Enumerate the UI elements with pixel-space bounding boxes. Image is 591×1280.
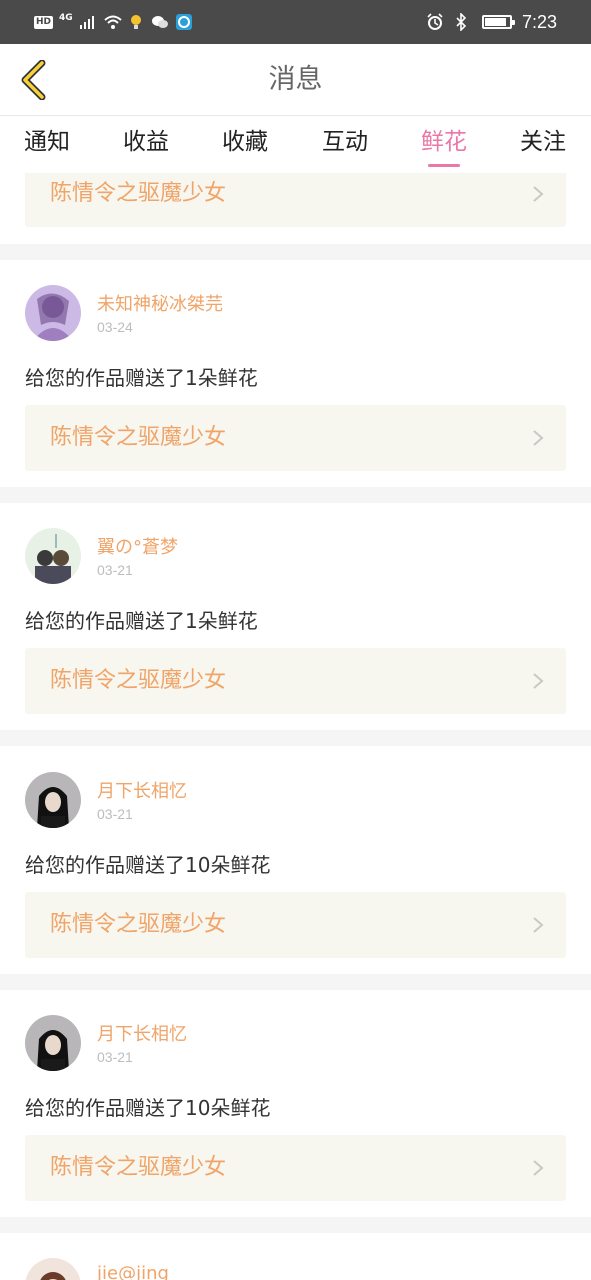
chevron-right-icon	[533, 917, 544, 933]
tab-favorites[interactable]: 收藏	[210, 117, 280, 173]
browser-icon	[175, 13, 193, 31]
status-time: 7:23	[521, 11, 557, 32]
username[interactable]: 月下长相忆	[97, 777, 187, 803]
tab-interactions[interactable]: 互动	[310, 117, 380, 173]
work-card[interactable]: 陈情令之驱魔少女	[25, 1135, 566, 1201]
list-divider	[0, 1217, 591, 1233]
status-left: HD 4G	[34, 11, 193, 33]
tab-label: 收藏	[222, 129, 268, 155]
tab-bar: 通知 收益 收藏 互动 鲜花 关注	[0, 117, 591, 173]
work-title: 陈情令之驱魔少女	[50, 181, 227, 206]
flower-message-list[interactable]: 陈情令之驱魔少女 未知神秘冰桀芫 03-24 给您的作品赠送了1朵鲜花 陈情令之…	[0, 173, 591, 1280]
message-text: 给您的作品赠送了10朵鲜花	[25, 1096, 271, 1120]
chevron-right-icon	[533, 186, 544, 202]
back-button[interactable]	[10, 54, 56, 106]
username[interactable]: jie@jing	[97, 1263, 169, 1280]
username[interactable]: 翼の°蒼梦	[97, 533, 178, 559]
tab-label: 鲜花	[421, 129, 467, 155]
tab-label: 通知	[24, 129, 70, 155]
status-bar: HD 4G 7:23	[0, 0, 591, 44]
message-date: 03-21	[97, 806, 133, 822]
tab-flowers[interactable]: 鲜花	[409, 117, 479, 173]
chevron-right-icon	[533, 1160, 544, 1176]
tab-notifications[interactable]: 通知	[12, 117, 82, 173]
battery-icon	[481, 15, 515, 29]
alarm-icon	[426, 13, 444, 31]
work-title: 陈情令之驱魔少女	[50, 668, 227, 693]
list-divider	[0, 487, 591, 503]
tab-follows[interactable]: 关注	[508, 117, 578, 173]
battery-level	[484, 18, 506, 26]
wifi-icon	[103, 13, 122, 31]
tab-label: 互动	[322, 129, 368, 155]
chevron-right-icon	[533, 430, 544, 446]
avatar[interactable]	[25, 1015, 81, 1071]
username[interactable]: 未知神秘冰桀芫	[97, 290, 223, 316]
tab-label: 收益	[123, 129, 169, 155]
bulb-icon	[127, 13, 145, 31]
list-divider	[0, 974, 591, 990]
work-card[interactable]: 陈情令之驱魔少女	[25, 405, 566, 471]
app-header: 消息	[0, 44, 591, 116]
username[interactable]: 月下长相忆	[97, 1020, 187, 1046]
message-date: 03-24	[97, 319, 133, 335]
message-text: 给您的作品赠送了10朵鲜花	[25, 853, 271, 877]
work-card[interactable]: 陈情令之驱魔少女	[25, 892, 566, 958]
active-tab-indicator	[428, 164, 460, 167]
list-divider	[0, 244, 591, 260]
avatar[interactable]	[25, 528, 81, 584]
list-divider	[0, 730, 591, 746]
status-right: 7:23	[426, 10, 557, 34]
work-title: 陈情令之驱魔少女	[50, 1155, 227, 1180]
chevron-left-icon	[21, 60, 46, 100]
work-card[interactable]: 陈情令之驱魔少女	[25, 648, 566, 714]
work-title: 陈情令之驱魔少女	[50, 425, 227, 450]
avatar[interactable]	[25, 1258, 81, 1280]
hd-badge: HD	[34, 15, 54, 29]
tab-earnings[interactable]: 收益	[111, 117, 181, 173]
page-title: 消息	[268, 64, 323, 95]
chevron-right-icon	[533, 673, 544, 689]
avatar[interactable]	[25, 772, 81, 828]
message-text: 给您的作品赠送了1朵鲜花	[25, 366, 258, 390]
message-date: 03-21	[97, 562, 133, 578]
message-text: 给您的作品赠送了1朵鲜花	[25, 609, 258, 633]
message-date: 03-21	[97, 1049, 133, 1065]
wechat-icon	[151, 13, 169, 31]
avatar[interactable]	[25, 285, 81, 341]
network-type: 4G	[59, 12, 73, 23]
work-card[interactable]: 陈情令之驱魔少女	[25, 173, 566, 227]
bluetooth-icon	[454, 12, 472, 32]
tab-label: 关注	[520, 129, 566, 155]
signal-icon	[79, 13, 97, 31]
work-title: 陈情令之驱魔少女	[50, 912, 227, 937]
